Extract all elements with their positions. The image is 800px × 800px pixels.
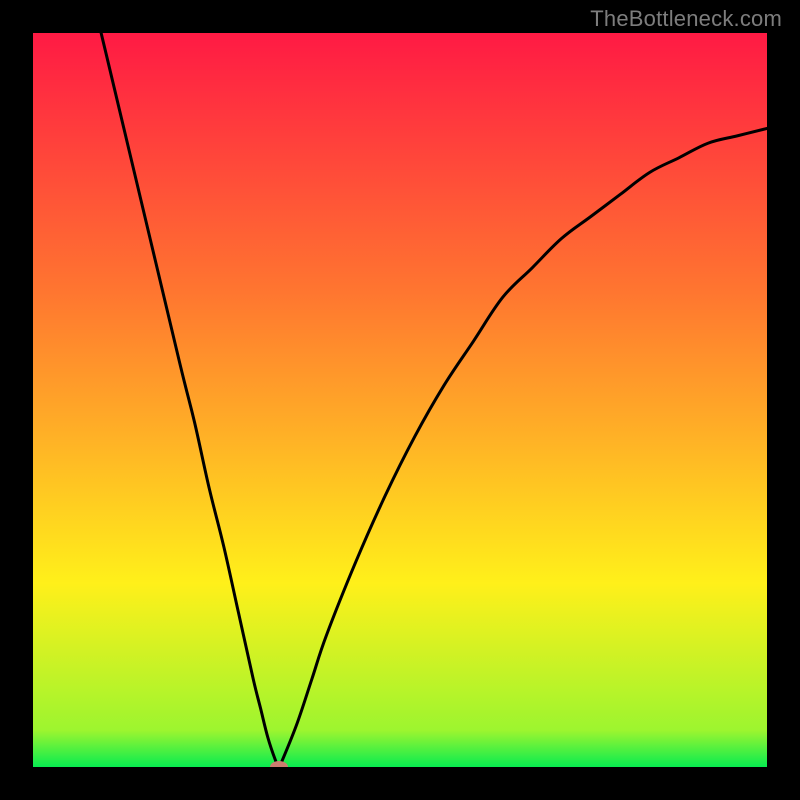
minimum-marker xyxy=(270,761,288,767)
chart-stage: TheBottleneck.com xyxy=(0,0,800,800)
bottleneck-curve xyxy=(33,33,767,767)
watermark-text: TheBottleneck.com xyxy=(590,6,782,32)
plot-area xyxy=(33,33,767,767)
